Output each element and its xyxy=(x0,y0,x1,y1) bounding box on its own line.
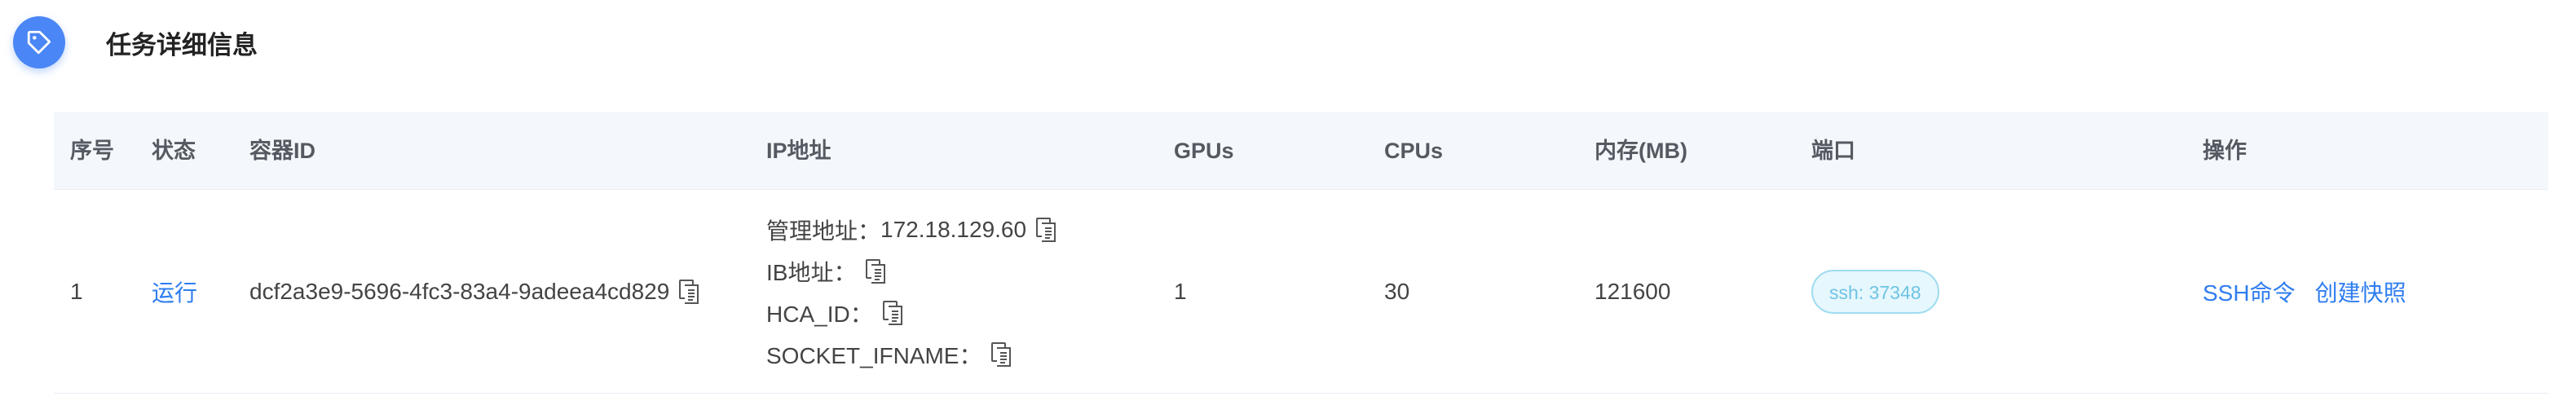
hca-id-line: HCA_ID： xyxy=(766,292,1056,333)
container-id-cell: dcf2a3e9-5696-4fc3-83a4-9adeea4cd829 xyxy=(249,190,699,394)
column-header-gpus: GPUs xyxy=(1174,139,1234,163)
copy-icon[interactable] xyxy=(991,341,1012,367)
task-detail-table: 序号 状态 容器ID IP地址 GPUs CPUs 内存(MB) 端口 操作 1… xyxy=(54,112,2548,394)
manage-address-label: 管理地址： xyxy=(766,218,881,244)
column-header-actions: 操作 xyxy=(2203,139,2247,163)
table-row: 1 运行 dcf2a3e9-5696-4fc3-83a4-9adeea4cd82… xyxy=(54,190,2548,394)
column-header-status: 状态 xyxy=(152,139,196,163)
manage-address-line: 管理地址： 172.18.129.60 xyxy=(766,209,1056,250)
container-id-text: dcf2a3e9-5696-4fc3-83a4-9adeea4cd829 xyxy=(249,279,670,304)
column-header-index: 序号 xyxy=(70,139,114,163)
socket-ifname-line: SOCKET_IFNAME： xyxy=(766,333,1056,375)
table-header: 序号 状态 容器ID IP地址 GPUs CPUs 内存(MB) 端口 操作 xyxy=(54,112,2548,190)
ip-address-cell: 管理地址： 172.18.129.60 IB地址： HCA_ID： SOCKET… xyxy=(766,190,1056,394)
copy-icon[interactable] xyxy=(1036,217,1056,242)
column-header-memory: 内存(MB) xyxy=(1595,139,1687,163)
actions-cell: SSH命令 创建快照 xyxy=(2203,190,2406,394)
tag-icon xyxy=(13,16,65,68)
hca-id-label: HCA_ID： xyxy=(766,301,873,327)
column-header-port: 端口 xyxy=(1811,139,1855,163)
copy-icon[interactable] xyxy=(679,280,699,304)
status-link[interactable]: 运行 xyxy=(152,275,197,308)
gpus-value: 1 xyxy=(1174,279,1187,304)
cpus-value: 30 xyxy=(1384,279,1410,304)
page-title: 任务详细信息 xyxy=(106,30,258,59)
ssh-command-link[interactable]: SSH命令 xyxy=(2203,275,2296,308)
copy-icon[interactable] xyxy=(866,258,886,284)
row-index: 1 xyxy=(70,279,83,304)
socket-ifname-label: SOCKET_IFNAME： xyxy=(766,342,982,368)
page-header: 任务详细信息 xyxy=(13,16,258,68)
column-header-ip: IP地址 xyxy=(766,139,831,163)
column-header-container-id: 容器ID xyxy=(249,139,315,163)
column-header-cpus: CPUs xyxy=(1384,139,1444,163)
ib-address-label: IB地址： xyxy=(766,259,857,285)
manage-address-value: 172.18.129.60 xyxy=(880,216,1027,242)
ib-address-line: IB地址： xyxy=(766,250,1056,292)
create-snapshot-link[interactable]: 创建快照 xyxy=(2315,275,2406,308)
memory-value: 121600 xyxy=(1595,279,1671,304)
port-badge[interactable]: ssh: 37348 xyxy=(1811,270,1939,314)
copy-icon[interactable] xyxy=(882,300,902,325)
